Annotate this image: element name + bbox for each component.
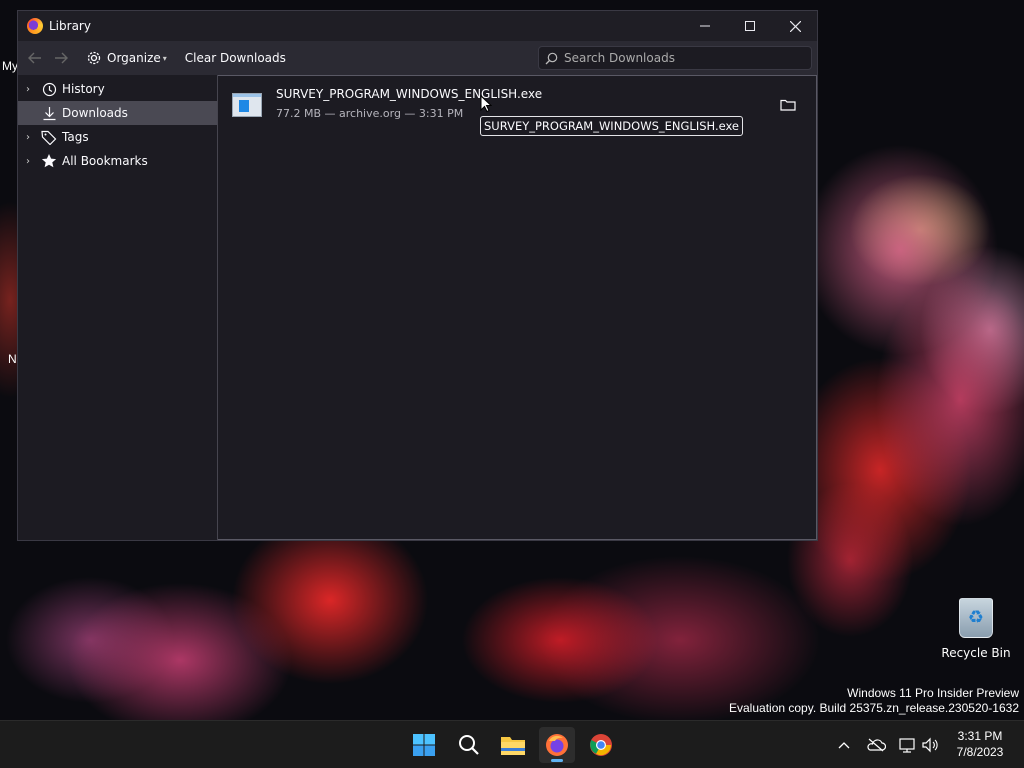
volume-tray-button[interactable]	[921, 735, 941, 755]
forward-arrow-icon	[55, 52, 68, 64]
firefox-button[interactable]	[539, 727, 575, 763]
downloads-list: SURVEY_PROGRAM_WINDOWS_ENGLISH.exe 77.2 …	[218, 75, 817, 540]
window-title: Library	[49, 19, 91, 33]
sidebar-item-label: History	[62, 82, 105, 96]
sidebar-item-label: Tags	[62, 130, 89, 144]
taskbar-clock[interactable]: 3:31 PM 7/8/2023	[948, 728, 1012, 760]
download-meta: 77.2 MB — archive.org — 3:31 PM	[276, 107, 464, 120]
organize-label: Organize	[107, 51, 161, 65]
maximize-button[interactable]	[727, 11, 773, 41]
close-icon	[789, 20, 801, 32]
back-arrow-icon	[28, 52, 41, 64]
recycle-bin-label: Recycle Bin	[941, 646, 1011, 660]
sidebar-item-downloads[interactable]: Downloads	[18, 101, 217, 125]
taskbar-search-button[interactable]	[451, 727, 487, 763]
folder-icon	[780, 99, 796, 111]
chevron-right-icon[interactable]: ›	[26, 156, 36, 167]
chevron-down-icon: ▾	[162, 53, 167, 63]
executable-file-icon	[232, 93, 262, 117]
sidebar-item-all-bookmarks[interactable]: › All Bookmarks	[18, 149, 217, 173]
search-input[interactable]	[564, 51, 811, 65]
toolbar: Organize ▾ Clear Downloads	[18, 41, 817, 75]
show-hidden-icons-button[interactable]	[834, 735, 854, 755]
firefox-icon	[546, 734, 568, 756]
windows-watermark: Windows 11 Pro Insider Preview Evaluatio…	[729, 686, 1019, 716]
recycle-bin-icon	[959, 598, 993, 638]
sidebar-item-label: All Bookmarks	[62, 154, 148, 168]
taskbar: 3:31 PM 7/8/2023	[0, 720, 1024, 768]
network-icon	[899, 738, 915, 753]
search-box[interactable]	[538, 46, 812, 70]
desktop-icon-label-partial[interactable]: N	[8, 352, 17, 366]
library-body: › History Downloads › Tags › All Bookmar…	[18, 75, 817, 540]
star-icon	[40, 152, 58, 170]
start-icon	[413, 734, 435, 756]
back-button[interactable]	[24, 47, 46, 69]
library-window: Library Organize ▾ Clear Downloads Searc…	[17, 10, 818, 541]
start-button[interactable]	[406, 727, 442, 763]
cloud-offline-icon	[867, 738, 886, 752]
network-tray-button[interactable]	[898, 735, 918, 755]
file-explorer-button[interactable]	[495, 727, 531, 763]
minimize-button[interactable]	[682, 11, 728, 41]
firefox-icon	[27, 18, 43, 34]
download-file-name: SURVEY_PROGRAM_WINDOWS_ENGLISH.exe	[276, 87, 543, 101]
mouse-cursor-icon	[480, 95, 492, 113]
search-icon	[459, 735, 479, 755]
onedrive-tray-button[interactable]	[866, 735, 886, 755]
maximize-icon	[745, 21, 755, 31]
speaker-icon	[922, 737, 938, 753]
organize-button[interactable]: Organize ▾	[82, 45, 171, 71]
recycle-bin-shortcut[interactable]: Recycle Bin	[940, 598, 1012, 660]
watermark-line-2: Evaluation copy. Build 25375.zn_release.…	[729, 701, 1019, 715]
clock-date: 7/8/2023	[956, 745, 1004, 759]
file-name-tooltip: SURVEY_PROGRAM_WINDOWS_ENGLISH.exe	[480, 116, 744, 136]
open-folder-button[interactable]	[778, 95, 798, 113]
sidebar-item-history[interactable]: › History	[18, 77, 217, 101]
watermark-line-1: Windows 11 Pro Insider Preview	[847, 686, 1019, 700]
chevron-up-icon	[838, 742, 850, 749]
sidebar: › History Downloads › Tags › All Bookmar…	[18, 75, 218, 540]
chrome-icon	[590, 734, 612, 756]
chevron-right-icon[interactable]: ›	[26, 84, 36, 95]
chevron-right-icon[interactable]: ›	[26, 132, 36, 143]
clock-time: 3:31 PM	[957, 729, 1003, 743]
sidebar-item-tags[interactable]: › Tags	[18, 125, 217, 149]
minimize-icon	[700, 25, 710, 27]
download-icon	[40, 104, 58, 122]
title-bar[interactable]: Library	[18, 11, 817, 41]
forward-button[interactable]	[50, 47, 72, 69]
chrome-button[interactable]	[583, 727, 619, 763]
clear-downloads-button[interactable]: Clear Downloads	[181, 47, 290, 69]
close-button[interactable]	[772, 11, 818, 41]
tag-icon	[40, 128, 58, 146]
file-explorer-icon	[501, 737, 525, 755]
sidebar-item-label: Downloads	[62, 106, 128, 120]
search-icon	[545, 52, 558, 64]
gear-icon	[87, 51, 101, 65]
desktop-icon-label-partial[interactable]: My	[2, 59, 18, 73]
clock-icon	[40, 80, 58, 98]
